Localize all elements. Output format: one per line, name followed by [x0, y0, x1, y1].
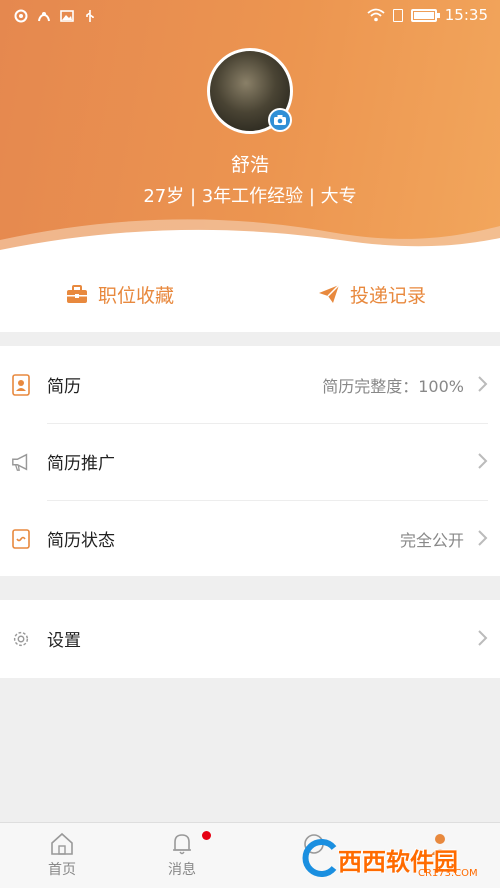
application-records-button[interactable]: 投递记录	[318, 256, 426, 332]
resume-promotion-row[interactable]: 简历推广	[0, 423, 500, 500]
app-notification-icon	[37, 8, 51, 22]
status-icon	[12, 529, 30, 549]
tab-home-label: 首页	[48, 862, 76, 878]
unread-badge	[202, 831, 211, 840]
home-icon	[51, 832, 73, 855]
resume-promotion-label: 简历推广	[47, 454, 115, 474]
chevron-right-icon	[478, 376, 488, 392]
camera-icon[interactable]	[268, 108, 292, 132]
usb-icon	[83, 8, 97, 22]
resume-row[interactable]: 简历 简历完整度：100%	[0, 346, 500, 423]
settings-label: 设置	[47, 631, 81, 651]
status-notification-icons	[14, 8, 97, 23]
sim-icon	[392, 8, 403, 22]
application-records-label: 投递记录	[350, 284, 427, 307]
status-system-icons: 15:35	[367, 6, 488, 24]
battery-icon	[410, 8, 440, 22]
chevron-right-icon	[478, 530, 488, 546]
favorite-jobs-button[interactable]: 职位收藏	[66, 256, 174, 332]
settings-section: 设置	[0, 600, 500, 678]
resume-status-label: 简历状态	[47, 531, 115, 551]
resume-status-value: 完全公开	[399, 530, 464, 550]
resume-status-row[interactable]: 简历状态 完全公开	[0, 500, 500, 577]
settings-row[interactable]: 设置	[0, 600, 500, 677]
app-notification-icon	[14, 8, 28, 23]
profile-header: 15:35 舒浩 27岁 | 3年工作经验 | 大专	[0, 0, 500, 256]
status-time: 15:35	[444, 6, 488, 24]
briefcase-icon	[67, 284, 87, 303]
tab-home[interactable]: 首页	[32, 831, 92, 879]
resume-section: 简历 简历完整度：100% 简历推广 简历状态 完全公开	[0, 346, 500, 576]
chevron-right-icon	[478, 630, 488, 646]
quick-actions: 职位收藏 投递记录	[0, 256, 500, 332]
watermark-url: CR173.COM	[418, 868, 478, 879]
gear-icon	[13, 631, 29, 647]
favorite-jobs-label: 职位收藏	[98, 284, 175, 307]
chevron-right-icon	[478, 453, 488, 469]
user-name: 舒浩	[230, 154, 269, 176]
status-bar: 15:35	[0, 0, 500, 34]
paper-plane-icon	[319, 284, 340, 303]
resume-completeness: 简历完整度：100%	[322, 376, 464, 396]
watermark-logo: 西西软件园 CR173.COM	[298, 832, 500, 888]
megaphone-icon	[12, 453, 28, 471]
user-info: 27岁 | 3年工作经验 | 大专	[143, 186, 357, 207]
resume-icon	[12, 374, 30, 396]
tab-messages-label: 消息	[168, 862, 196, 878]
bell-icon	[173, 834, 191, 855]
tab-messages[interactable]: 消息	[152, 831, 212, 879]
resume-label: 简历	[47, 377, 81, 397]
image-notification-icon	[60, 8, 74, 22]
header-wave	[0, 219, 500, 256]
wifi-icon	[367, 8, 385, 22]
